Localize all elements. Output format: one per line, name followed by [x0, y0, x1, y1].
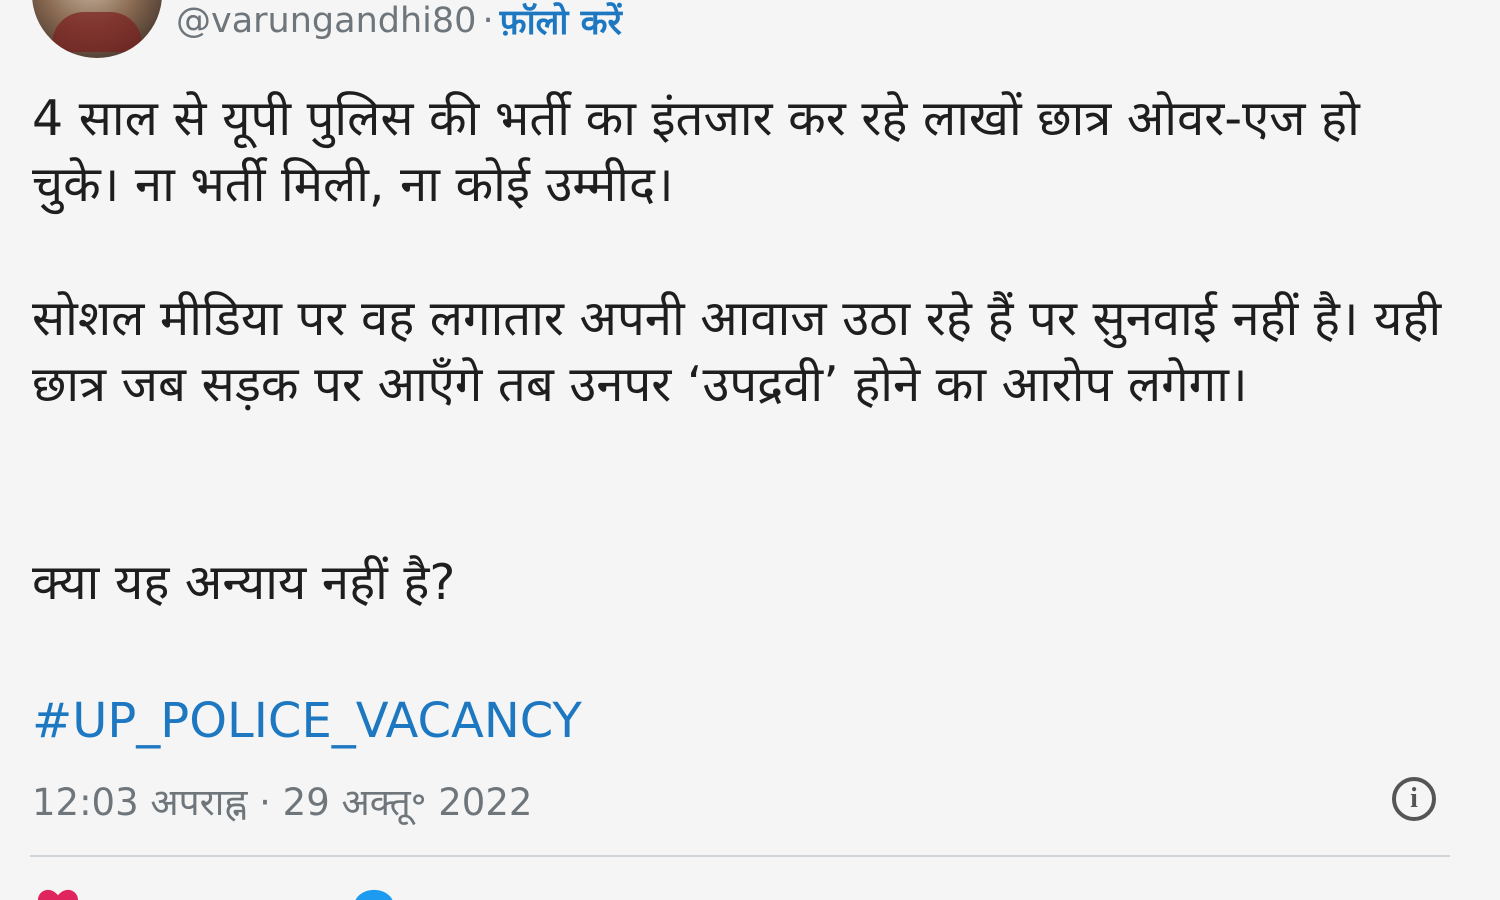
- follow-button[interactable]: फ़ॉलो करें: [500, 0, 622, 45]
- reply-icon[interactable]: [352, 888, 396, 900]
- handle-separator: ·: [482, 1, 494, 41]
- info-icon[interactable]: i: [1392, 777, 1436, 821]
- author-row: @varungandhi80 · फ़ॉलो करें: [176, 0, 622, 44]
- tweet-timestamp[interactable]: 12:03 अपराह्न · 29 अक्तू॰ 2022: [32, 775, 532, 831]
- tweet-paragraph-3: क्या यह अन्याय नहीं है?: [32, 554, 456, 611]
- user-handle[interactable]: @varungandhi80: [176, 1, 476, 41]
- heart-icon[interactable]: [36, 888, 80, 900]
- tweet-paragraph-2: सोशल मीडिया पर वह लगातार अपनी आवाज उठा र…: [32, 290, 1442, 413]
- avatar[interactable]: [32, 0, 162, 58]
- tweet-actions: [30, 878, 1450, 900]
- hashtag-link[interactable]: #UP_POLICE_VACANCY: [32, 688, 582, 754]
- divider: [30, 855, 1450, 857]
- tweet-paragraph-1: 4 साल से यूपी पुलिस की भर्ती का इंतजार क…: [32, 90, 1360, 213]
